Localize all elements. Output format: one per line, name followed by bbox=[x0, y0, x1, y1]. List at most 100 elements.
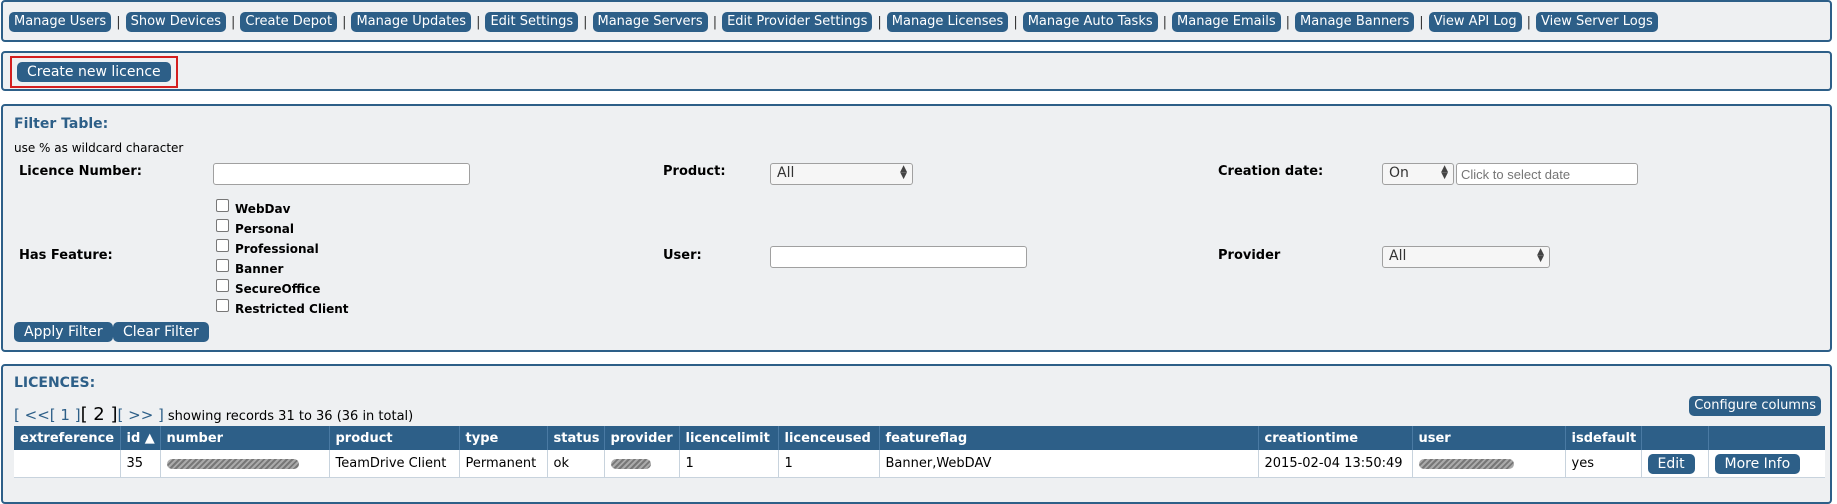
cell-product: TeamDrive Client bbox=[329, 450, 460, 478]
feature-checkbox-professional[interactable]: Professional bbox=[216, 238, 319, 256]
feature-checkbox-secureoffice[interactable]: SecureOffice bbox=[216, 278, 321, 296]
pager-current-page: [ 2 ] bbox=[80, 404, 118, 425]
feature-checkbox-banner[interactable]: Banner bbox=[216, 258, 283, 276]
col-id[interactable]: id ▲ bbox=[120, 426, 161, 450]
nav-manage-servers-button[interactable]: Manage Servers bbox=[592, 12, 708, 32]
cell-creationtime: 2015-02-04 13:50:49 bbox=[1258, 450, 1413, 478]
create-licence-bar: Create new licence bbox=[1, 51, 1832, 91]
cell-more: More Info bbox=[1708, 450, 1825, 478]
col-featureflag[interactable]: featureflag bbox=[879, 426, 1259, 450]
feature-checkbox-webdav[interactable]: WebDav bbox=[216, 198, 291, 216]
licence-number-input[interactable] bbox=[213, 163, 470, 185]
col-licencelimit[interactable]: licencelimit bbox=[679, 426, 779, 450]
nav-manage-emails-button[interactable]: Manage Emails bbox=[1172, 12, 1281, 32]
nav-create-depot-button[interactable]: Create Depot bbox=[240, 12, 338, 32]
nav-separator: | bbox=[877, 14, 882, 30]
nav-manage-auto-tasks-button[interactable]: Manage Auto Tasks bbox=[1022, 12, 1158, 32]
col-number[interactable]: number bbox=[160, 426, 330, 450]
nav-separator: | bbox=[342, 14, 347, 30]
nav-manage-updates-button[interactable]: Manage Updates bbox=[351, 12, 472, 32]
nav-view-server-logs-button[interactable]: View Server Logs bbox=[1535, 12, 1658, 32]
cell-edit: Edit bbox=[1641, 450, 1709, 478]
nav-view-api-log-button[interactable]: View API Log bbox=[1428, 12, 1522, 32]
table-header-row: extreference id ▲ number product type st… bbox=[14, 426, 1825, 450]
table-row: 35 TeamDrive Client Permanent ok 1 1 Ban… bbox=[14, 450, 1825, 478]
pager-first-link[interactable]: [ << bbox=[14, 406, 50, 424]
pagination: [ << [ 1 ] [ 2 ] [ >> ] showing records … bbox=[14, 404, 413, 425]
cell-type: Permanent bbox=[459, 450, 548, 478]
nav-manage-licenses-button[interactable]: Manage Licenses bbox=[886, 12, 1009, 32]
nav-separator: | bbox=[1419, 14, 1424, 30]
more-info-button[interactable]: More Info bbox=[1714, 453, 1801, 474]
col-extreference[interactable]: extreference bbox=[14, 426, 121, 450]
nav-edit-provider-settings-button[interactable]: Edit Provider Settings bbox=[722, 12, 873, 32]
col-actions-more bbox=[1708, 426, 1825, 450]
cell-licencelimit: 1 bbox=[679, 450, 779, 478]
feature-label: Professional bbox=[235, 242, 319, 256]
cell-isdefault: yes bbox=[1565, 450, 1642, 478]
col-type[interactable]: type bbox=[459, 426, 548, 450]
feature-checkbox-restricted-client[interactable]: Restricted Client bbox=[216, 298, 349, 316]
user-label: User: bbox=[663, 248, 702, 263]
nav-edit-settings-button[interactable]: Edit Settings bbox=[485, 12, 579, 32]
has-feature-label: Has Feature: bbox=[19, 248, 113, 263]
create-new-licence-button[interactable]: Create new licence bbox=[17, 62, 171, 82]
select-arrows-icon: ▲ ▼ bbox=[1441, 164, 1448, 181]
filter-panel: Filter Table: use % as wildcard characte… bbox=[1, 104, 1832, 352]
checkbox-icon[interactable] bbox=[216, 258, 229, 272]
col-product[interactable]: product bbox=[329, 426, 460, 450]
feature-label: Personal bbox=[235, 222, 294, 236]
nav-manage-users-button[interactable]: Manage Users bbox=[9, 12, 112, 32]
col-licenceused[interactable]: licenceused bbox=[778, 426, 880, 450]
cell-user bbox=[1412, 450, 1566, 478]
col-creationtime[interactable]: creationtime bbox=[1258, 426, 1413, 450]
nav-separator: | bbox=[583, 14, 588, 30]
feature-label: WebDav bbox=[235, 202, 291, 216]
pager-last-link[interactable]: [ >> ] bbox=[118, 406, 164, 424]
pager-summary: showing records 31 to 36 (36 in total) bbox=[167, 409, 414, 424]
col-actions-edit bbox=[1641, 426, 1709, 450]
admin-nav-bar: Manage Users | Show Devices | Create Dep… bbox=[1, 0, 1832, 42]
checkbox-icon[interactable] bbox=[216, 298, 229, 312]
licence-number-label: Licence Number: bbox=[19, 164, 142, 179]
creation-date-mode-select[interactable]: On ▲ ▼ bbox=[1382, 163, 1454, 185]
product-select[interactable]: All ▲ ▼ bbox=[770, 163, 913, 185]
pager-page-1-link[interactable]: [ 1 ] bbox=[50, 406, 81, 424]
apply-filter-button[interactable]: Apply Filter bbox=[14, 322, 113, 342]
configure-columns-button[interactable]: Configure columns bbox=[1689, 396, 1821, 416]
licences-title: LICENCES: bbox=[14, 375, 96, 391]
creation-date-label: Creation date: bbox=[1218, 164, 1324, 179]
redacted-number bbox=[166, 458, 299, 469]
col-provider[interactable]: provider bbox=[604, 426, 680, 450]
creation-date-mode-value: On bbox=[1389, 165, 1409, 181]
create-licence-highlight: Create new licence bbox=[10, 56, 178, 88]
nav-manage-banners-button[interactable]: Manage Banners bbox=[1295, 12, 1415, 32]
product-label: Product: bbox=[663, 164, 726, 179]
cell-featureflag: Banner,WebDAV bbox=[879, 450, 1259, 478]
nav-separator: | bbox=[1013, 14, 1018, 30]
col-status[interactable]: status bbox=[547, 426, 605, 450]
filter-title: Filter Table: bbox=[14, 116, 109, 132]
user-input[interactable] bbox=[770, 246, 1027, 268]
checkbox-icon[interactable] bbox=[216, 198, 229, 212]
col-isdefault[interactable]: isdefault bbox=[1565, 426, 1642, 450]
select-arrows-icon: ▲ ▼ bbox=[1537, 247, 1544, 264]
redacted-provider bbox=[610, 458, 651, 469]
nav-separator: | bbox=[476, 14, 481, 30]
feature-checkbox-personal[interactable]: Personal bbox=[216, 218, 294, 236]
provider-select[interactable]: All ▲ ▼ bbox=[1382, 246, 1550, 268]
nav-separator: | bbox=[116, 14, 121, 30]
feature-label: SecureOffice bbox=[235, 282, 321, 296]
clear-filter-button[interactable]: Clear Filter bbox=[113, 322, 209, 342]
checkbox-icon[interactable] bbox=[216, 238, 229, 252]
edit-button[interactable]: Edit bbox=[1647, 453, 1695, 474]
col-user[interactable]: user bbox=[1412, 426, 1566, 450]
checkbox-icon[interactable] bbox=[216, 278, 229, 292]
cell-extreference bbox=[14, 450, 121, 478]
nav-show-devices-button[interactable]: Show Devices bbox=[125, 12, 227, 32]
nav-separator: | bbox=[1162, 14, 1168, 30]
creation-date-input[interactable] bbox=[1456, 163, 1638, 185]
checkbox-icon[interactable] bbox=[216, 218, 229, 232]
licences-table: extreference id ▲ number product type st… bbox=[14, 426, 1825, 478]
select-arrows-icon: ▲ ▼ bbox=[900, 164, 907, 181]
